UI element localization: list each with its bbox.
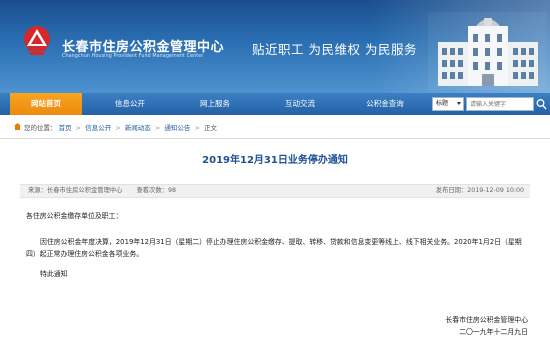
signature-organization: 长春市住房公积金管理中心 [445, 316, 528, 324]
article-title: 2019年12月31日业务停办通知 [202, 155, 348, 166]
search-box: 标题 [432, 97, 547, 111]
breadcrumb-item-current: 正文 [204, 124, 218, 132]
breadcrumb-separator: > [75, 124, 82, 132]
nav-item-interaction[interactable]: 互动交流 [270, 93, 330, 115]
site-subtitle: Changchun Housing Provident Fund Managem… [62, 54, 204, 59]
nav-item-online-service[interactable]: 网上服务 [185, 93, 245, 115]
search-type-value: 标题 [436, 100, 449, 107]
breadcrumb-item-info[interactable]: 信息公开 [85, 124, 111, 132]
breadcrumb-separator: > [115, 124, 121, 132]
search-input[interactable] [466, 97, 534, 111]
article-closing: 特此通知 [40, 270, 68, 278]
nav-item-info-disclosure[interactable]: 信息公开 [100, 93, 160, 115]
nav-item-fund-query[interactable]: 公积金查询 [352, 93, 418, 115]
article-paragraph: 因住房公积金年度决算，2019年12月31日（星期二）停止办理住房公积金缴存、提… [26, 238, 522, 258]
signature-date: 二〇一九年十二月九日 [459, 328, 528, 336]
breadcrumb-item-news[interactable]: 新闻动态 [125, 124, 151, 132]
breadcrumb-item-notices[interactable]: 通知公告 [164, 124, 190, 132]
source-value: 长春市住房公积金管理中心 [46, 187, 123, 194]
breadcrumb-item-home[interactable]: 首页 [59, 124, 72, 132]
header-slogan: 贴近职工 为民维权 为民服务 [252, 42, 417, 57]
views-value: 98 [167, 187, 176, 194]
search-type-select[interactable]: 标题 [432, 97, 464, 111]
article-greeting: 各住房公积金缴存单位及职工： [26, 212, 123, 220]
breadcrumb: 您的位置： 首页 > 信息公开 > 新闻动态 > 通知公告 > 正文 [0, 115, 550, 139]
building-illustration [428, 12, 546, 90]
site-title: 长春市住房公积金管理中心 [62, 39, 225, 54]
article-meta-bar: 来源：长春市住房公积金管理中心 查看次数：98 发布日期：2019-12-09 1… [20, 184, 530, 198]
search-icon[interactable] [536, 98, 547, 110]
site-logo-icon[interactable] [22, 24, 52, 58]
breadcrumb-separator: > [154, 124, 161, 132]
published-value: 2019-12-09 10:00 [467, 187, 524, 194]
home-icon [14, 123, 21, 130]
views-label: 查看次数： [136, 187, 168, 194]
nav-item-home[interactable]: 网站首页 [10, 93, 82, 115]
chevron-down-icon [457, 102, 461, 105]
breadcrumb-prefix: 您的位置： [24, 124, 57, 132]
breadcrumb-separator: > [194, 124, 200, 132]
published-label: 发布日期： [435, 187, 468, 194]
source-label: 来源： [28, 187, 47, 194]
site-header: 长春市住房公积金管理中心 Changchun Housing Provident… [0, 0, 550, 93]
